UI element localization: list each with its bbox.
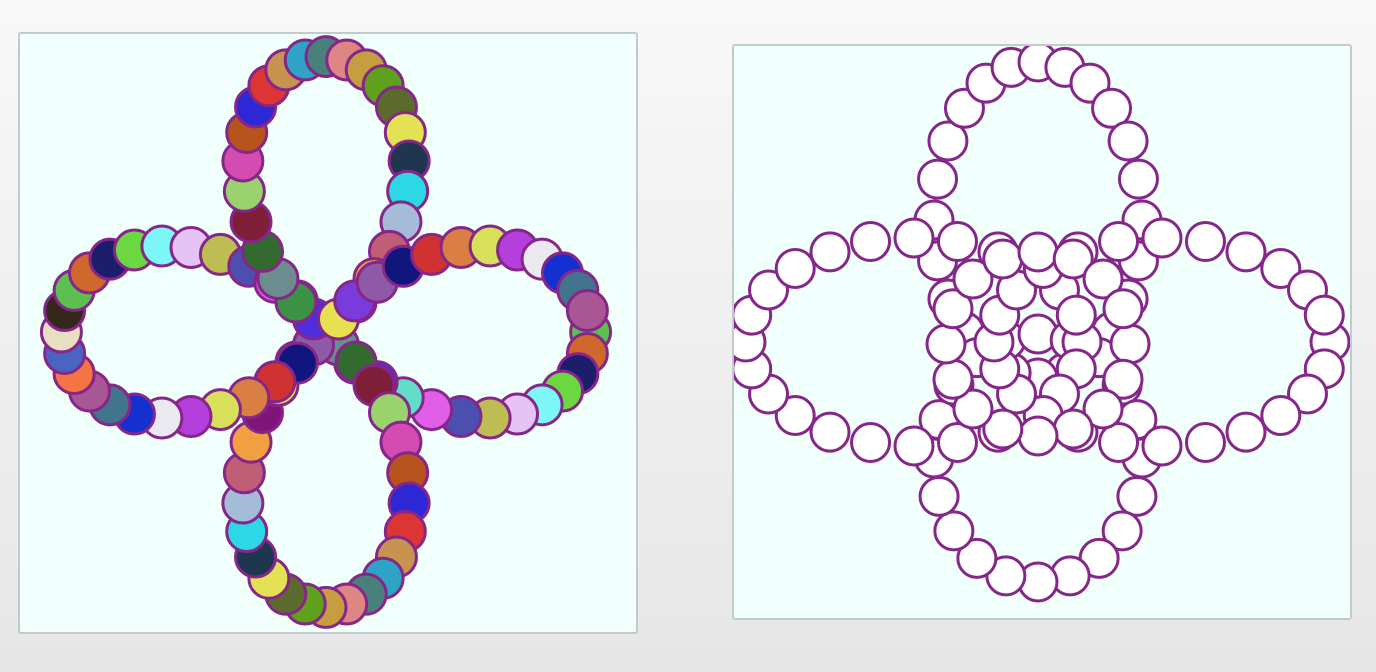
knot-ring bbox=[932, 358, 974, 400]
knot-ring bbox=[850, 421, 892, 463]
knot-ring bbox=[774, 247, 816, 289]
knot-ring bbox=[1260, 395, 1302, 437]
knot-ring bbox=[1117, 158, 1159, 200]
knot-ring bbox=[1303, 294, 1345, 336]
knot-ring bbox=[1102, 288, 1144, 330]
knot-ring bbox=[1184, 421, 1226, 463]
knot-ring bbox=[1141, 217, 1183, 259]
knot-ring bbox=[925, 323, 967, 365]
knot-ring bbox=[1225, 231, 1267, 273]
knot-ring bbox=[1109, 323, 1151, 365]
knot-ring bbox=[982, 238, 1024, 280]
knot-ring bbox=[918, 475, 960, 517]
knot-ring bbox=[1098, 221, 1140, 263]
knot-ring bbox=[1052, 408, 1094, 450]
knot-ring bbox=[1017, 231, 1059, 273]
knot-ring bbox=[1116, 475, 1158, 517]
knot-ring bbox=[809, 411, 851, 453]
knot-bead bbox=[565, 289, 609, 333]
colored-circle-knot bbox=[39, 35, 613, 629]
knot-ring bbox=[850, 221, 892, 263]
knot-ring bbox=[1141, 425, 1183, 467]
knot-ring bbox=[917, 158, 959, 200]
knot-ring bbox=[933, 510, 975, 552]
knot-ring bbox=[1107, 120, 1149, 162]
outline-knot-panel bbox=[732, 44, 1352, 620]
knot-ring bbox=[893, 425, 935, 467]
knot-ring bbox=[1184, 221, 1226, 263]
knot-ring bbox=[936, 221, 978, 263]
colored-knot-panel bbox=[18, 32, 638, 634]
knot-ring bbox=[893, 217, 935, 259]
outline-circle-knot bbox=[734, 46, 1350, 603]
knot-ring bbox=[1055, 294, 1097, 336]
knot-ring bbox=[1017, 415, 1059, 457]
knot-ring bbox=[809, 231, 851, 273]
knot-ring bbox=[1225, 411, 1267, 453]
